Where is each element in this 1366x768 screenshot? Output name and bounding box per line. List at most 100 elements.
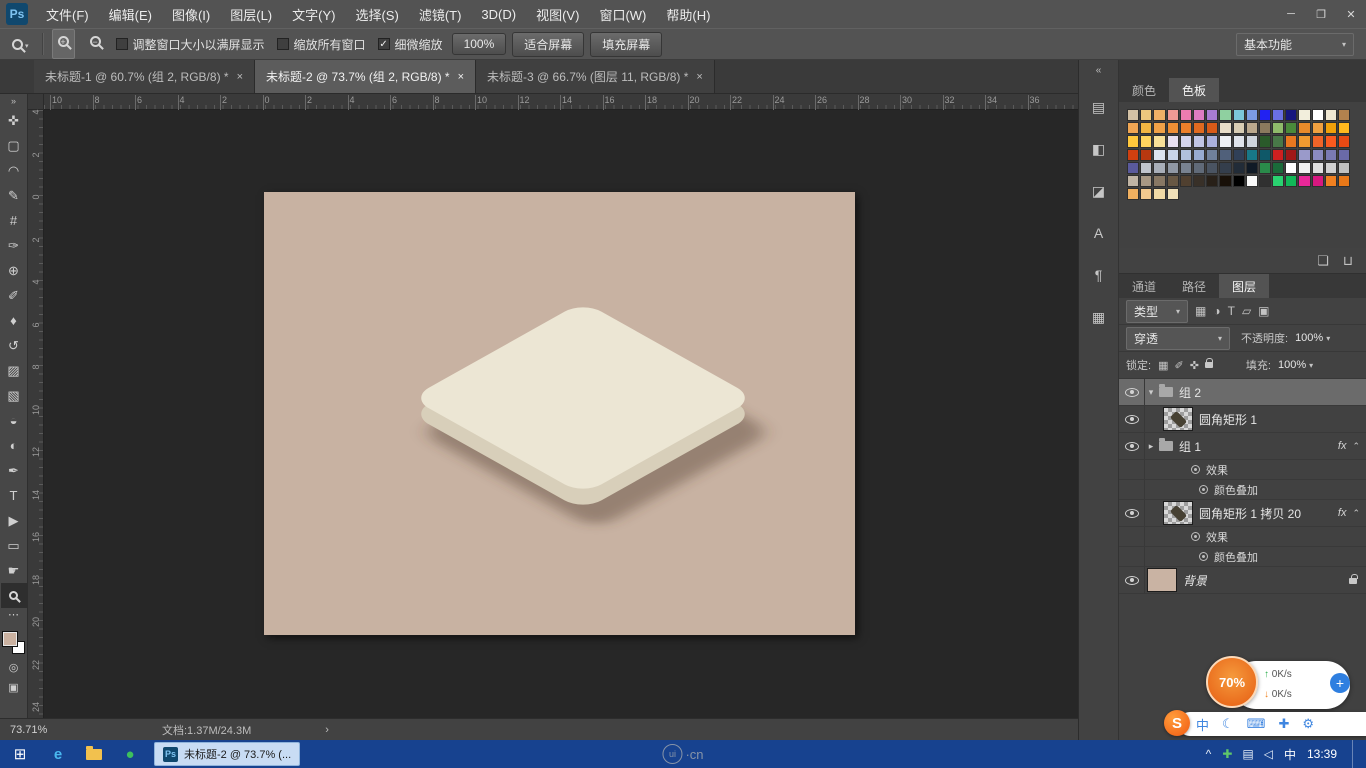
- menu-item[interactable]: 3D(D): [471, 0, 526, 28]
- color-swatch[interactable]: [1167, 188, 1179, 200]
- layer-row[interactable]: 颜色叠加: [1119, 547, 1366, 567]
- lock-pixels-icon[interactable]: ✐: [1174, 359, 1183, 372]
- color-swatch[interactable]: [1233, 109, 1245, 121]
- color-swatch[interactable]: [1180, 109, 1192, 121]
- fx-badge[interactable]: fx⌃: [1338, 507, 1366, 519]
- close-button[interactable]: ✕: [1336, 0, 1366, 28]
- minimize-button[interactable]: ─: [1276, 0, 1306, 28]
- color-swatch[interactable]: [1285, 135, 1297, 147]
- lasso-tool[interactable]: ◠: [1, 158, 27, 183]
- adjustments-panel-icon[interactable]: ◧: [1086, 136, 1112, 162]
- color-swatch[interactable]: [1167, 162, 1179, 174]
- visibility-cell[interactable]: [1119, 547, 1145, 566]
- start-button[interactable]: ⊞: [0, 740, 40, 768]
- ime-keyboard-icon[interactable]: ⌨: [1247, 716, 1266, 732]
- color-swatch[interactable]: [1246, 135, 1258, 147]
- color-swatch[interactable]: [1153, 135, 1165, 147]
- edit-toolbar-icon[interactable]: ⋯: [8, 608, 19, 626]
- menu-item[interactable]: 编辑(E): [99, 0, 162, 28]
- menu-item[interactable]: 视图(V): [526, 0, 589, 28]
- color-swatch[interactable]: [1140, 109, 1152, 121]
- blur-tool[interactable]: ◒: [1, 408, 27, 433]
- marquee-tool[interactable]: ▢: [1, 133, 27, 158]
- layer-thumbnail[interactable]: [1147, 568, 1177, 592]
- visibility-cell[interactable]: [1119, 567, 1145, 593]
- filter-pixel-icon[interactable]: ▦: [1195, 304, 1206, 318]
- color-swatch[interactable]: [1127, 135, 1139, 147]
- color-swatch[interactable]: [1298, 175, 1310, 187]
- collapse-panels-icon[interactable]: «: [1096, 65, 1102, 76]
- visibility-cell[interactable]: [1119, 406, 1145, 432]
- fx-badge[interactable]: fx⌃: [1338, 440, 1366, 452]
- eye-icon[interactable]: [1125, 576, 1139, 585]
- show-desktop-button[interactable]: [1352, 740, 1358, 768]
- color-swatch[interactable]: [1259, 122, 1271, 134]
- color-swatch[interactable]: [1180, 162, 1192, 174]
- color-swatch[interactable]: [1140, 175, 1152, 187]
- eraser-tool[interactable]: ▨: [1, 358, 27, 383]
- option-checkbox[interactable]: 调整窗口大小以满屏显示: [116, 36, 265, 53]
- foreground-color-swatch[interactable]: [3, 632, 17, 646]
- menu-item[interactable]: 文件(F): [36, 0, 99, 28]
- layer-row[interactable]: 背景: [1119, 567, 1366, 594]
- ime-emoji-icon[interactable]: ✚: [1278, 716, 1289, 732]
- panel-tab-图层[interactable]: 图层: [1219, 274, 1269, 298]
- effect-eye-icon[interactable]: [1191, 465, 1200, 474]
- color-swatch[interactable]: [1180, 135, 1192, 147]
- visibility-cell[interactable]: [1119, 433, 1145, 459]
- opacity-control[interactable]: 100% ▾: [1295, 332, 1330, 344]
- zoom-tool-preset[interactable]: ▾: [8, 36, 33, 53]
- hand-tool[interactable]: ☛: [1, 558, 27, 583]
- visibility-cell[interactable]: [1119, 379, 1145, 405]
- lock-position-icon[interactable]: ✜: [1190, 359, 1199, 372]
- color-swatch[interactable]: [1127, 188, 1139, 200]
- color-swatch[interactable]: [1140, 162, 1152, 174]
- dodge-tool[interactable]: ◐: [1, 433, 27, 458]
- eye-icon[interactable]: [1125, 415, 1139, 424]
- layer-row[interactable]: 效果: [1119, 527, 1366, 547]
- fill-control[interactable]: 100% ▾: [1278, 359, 1313, 371]
- sogou-logo-icon[interactable]: S: [1164, 710, 1190, 736]
- color-swatch[interactable]: [1325, 135, 1337, 147]
- color-swatch[interactable]: [1272, 109, 1284, 121]
- color-swatch[interactable]: [1206, 149, 1218, 161]
- panel-tab-通道[interactable]: 通道: [1119, 274, 1169, 298]
- color-swatch[interactable]: [1259, 149, 1271, 161]
- color-swatch[interactable]: [1285, 149, 1297, 161]
- color-swatch[interactable]: [1233, 175, 1245, 187]
- color-swatch[interactable]: [1140, 188, 1152, 200]
- file-explorer-icon[interactable]: [76, 740, 112, 768]
- eye-icon[interactable]: [1125, 509, 1139, 518]
- lock-transparency-icon[interactable]: ▦: [1158, 359, 1168, 372]
- layer-thumbnail[interactable]: [1163, 501, 1193, 525]
- lock-all-icon[interactable]: [1205, 362, 1213, 368]
- menu-item[interactable]: 帮助(H): [656, 0, 720, 28]
- color-swatch[interactable]: [1140, 122, 1152, 134]
- color-swatch[interactable]: [1206, 135, 1218, 147]
- clone-stamp-tool[interactable]: ♦: [1, 308, 27, 333]
- visibility-cell[interactable]: [1119, 460, 1145, 479]
- color-swatch[interactable]: [1246, 109, 1258, 121]
- color-swatch[interactable]: [1325, 122, 1337, 134]
- color-swatch[interactable]: [1246, 149, 1258, 161]
- zoom-tool[interactable]: [1, 583, 27, 608]
- document-canvas[interactable]: [264, 192, 855, 635]
- swatches-panel-icon[interactable]: ▤: [1086, 94, 1112, 120]
- color-swatch[interactable]: [1127, 109, 1139, 121]
- toolbar-collapse-icon[interactable]: »: [11, 94, 16, 108]
- color-swatch[interactable]: [1167, 149, 1179, 161]
- pen-tool[interactable]: ✒: [1, 458, 27, 483]
- color-swatch[interactable]: [1338, 162, 1350, 174]
- layer-row[interactable]: 效果: [1119, 460, 1366, 480]
- path-selection-tool[interactable]: ▶: [1, 508, 27, 533]
- color-swatch[interactable]: [1298, 122, 1310, 134]
- document-tab[interactable]: 未标题-2 @ 73.7% (组 2, RGB/8) *×: [255, 60, 476, 93]
- color-swatch[interactable]: [1298, 149, 1310, 161]
- color-swatch[interactable]: [1206, 162, 1218, 174]
- color-swatch[interactable]: [1312, 135, 1324, 147]
- color-swatch[interactable]: [1193, 109, 1205, 121]
- healing-brush-tool[interactable]: ⊕: [1, 258, 27, 283]
- panel-tab-路径[interactable]: 路径: [1169, 274, 1219, 298]
- history-brush-tool[interactable]: ↺: [1, 333, 27, 358]
- quick-selection-tool[interactable]: ✎: [1, 183, 27, 208]
